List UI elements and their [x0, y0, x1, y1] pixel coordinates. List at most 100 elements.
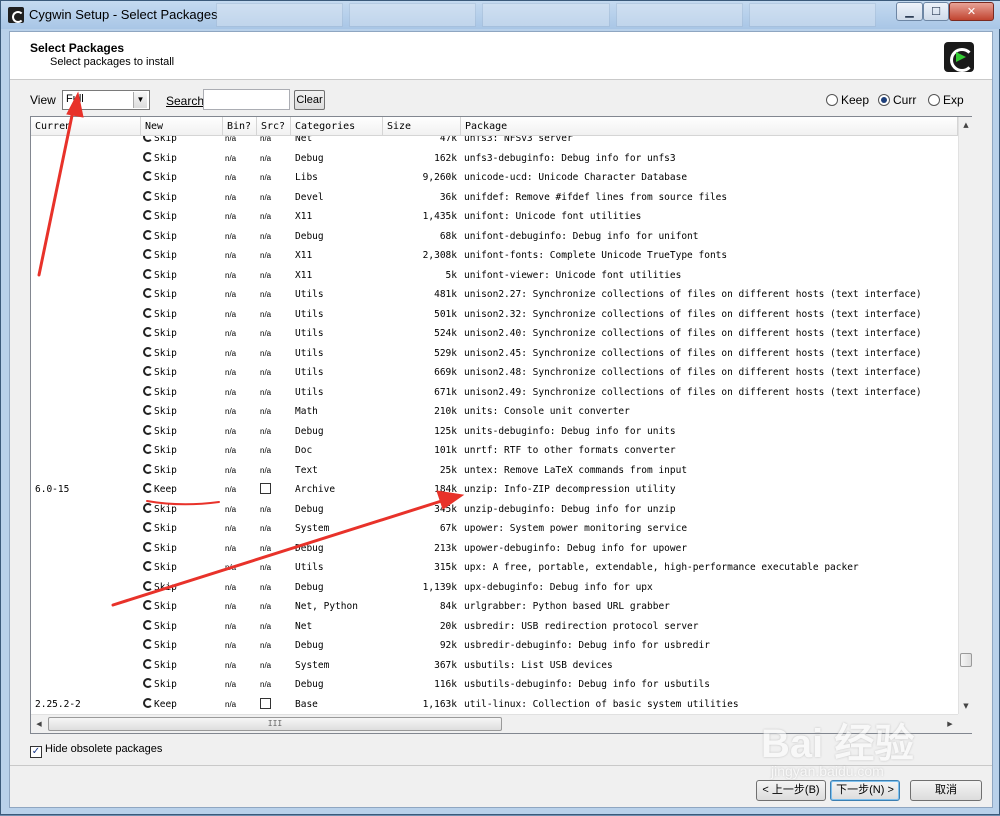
table-row[interactable]: 2.25.2-2 Keep n/a Base 1,163k util-linux: Col…	[31, 695, 958, 715]
cycle-icon[interactable]	[143, 619, 153, 630]
scroll-right-icon[interactable]: ▶	[942, 715, 958, 733]
table-row[interactable]: Skip n/a n/a System 67k upower: System power …	[31, 519, 958, 539]
table-row[interactable]: Skip n/a n/a Utils 481k unison2.27: Synchroni…	[31, 285, 958, 305]
column-header-bin[interactable]: Bin?	[223, 117, 257, 136]
clear-button[interactable]: Clear	[294, 90, 325, 110]
radio-keep[interactable]: Keep	[826, 93, 869, 107]
cycle-icon[interactable]	[143, 327, 153, 337]
new-action-cell[interactable]: Skip	[143, 502, 223, 516]
horizontal-scroll-thumb[interactable]: III	[48, 717, 502, 731]
new-action-cell[interactable]: Skip	[143, 327, 223, 340]
table-row[interactable]: Skip n/a n/a Utils 529k unison2.45: Synchroni…	[31, 344, 958, 364]
cycle-icon[interactable]	[143, 136, 153, 142]
new-action-cell[interactable]: Skip	[143, 190, 223, 204]
new-action-cell[interactable]: Skip	[143, 288, 223, 301]
new-action-cell[interactable]: Skip	[143, 268, 223, 282]
back-button[interactable]: < 上一步(B)	[756, 780, 826, 801]
scroll-up-icon[interactable]: ▲	[959, 117, 973, 133]
table-row[interactable]: Skip n/a n/a X11 2,308k unifont-fonts: Comple…	[31, 246, 958, 266]
cycle-icon[interactable]	[143, 697, 153, 708]
search-input[interactable]	[203, 89, 290, 110]
radio-curr[interactable]: Curr	[878, 93, 916, 107]
cycle-icon[interactable]	[143, 444, 153, 454]
new-action-cell[interactable]: Skip	[143, 444, 223, 457]
new-action-cell[interactable]: Skip	[143, 463, 223, 477]
new-action-cell[interactable]: Skip	[143, 619, 223, 633]
cancel-button[interactable]: 取消	[910, 780, 982, 801]
new-action-cell[interactable]: Skip	[143, 561, 223, 574]
table-row[interactable]: Skip n/a n/a Libs 9,260k unicode-ucd: Unicode…	[31, 168, 958, 188]
new-action-cell[interactable]: Skip	[143, 600, 223, 613]
vertical-scrollbar[interactable]: ▲ ▼	[958, 117, 972, 714]
table-row[interactable]: Skip n/a n/a Debug 162k unfs3-debuginfo: Debu…	[31, 149, 958, 169]
cycle-icon[interactable]	[143, 678, 153, 688]
view-select[interactable]: Full ▼	[62, 90, 150, 110]
cycle-icon[interactable]	[143, 249, 153, 259]
column-header-new[interactable]: New	[141, 117, 223, 136]
table-row[interactable]: Skip n/a n/a Utils 669k unison2.48: Synchroni…	[31, 363, 958, 383]
table-row[interactable]: Skip n/a n/a Utils 524k unison2.40: Synchroni…	[31, 324, 958, 344]
table-row[interactable]: Skip n/a n/a Debug 68k unifont-debuginfo: Deb…	[31, 227, 958, 247]
new-action-cell[interactable]: Skip	[143, 136, 223, 145]
cycle-icon[interactable]	[143, 502, 153, 513]
table-row[interactable]: Skip n/a n/a Utils 501k unison2.32: Synchroni…	[31, 305, 958, 325]
table-row[interactable]: Skip n/a n/a X11 5k unifont-viewer: Unicode f…	[31, 266, 958, 286]
cycle-icon[interactable]	[143, 561, 153, 571]
table-row[interactable]: Skip n/a n/a Math 210k units: Console unit co…	[31, 402, 958, 422]
table-row[interactable]: Skip n/a n/a Debug 213k upower-debuginfo: Deb…	[31, 539, 958, 559]
cycle-icon[interactable]	[143, 366, 153, 376]
vertical-scroll-thumb[interactable]	[960, 653, 972, 667]
close-button[interactable]: ✕	[949, 2, 994, 21]
new-action-cell[interactable]: Skip	[143, 151, 223, 165]
table-row[interactable]: Skip n/a n/a System 367k usbutils: List USB d…	[31, 656, 958, 676]
new-action-cell[interactable]: Skip	[143, 229, 223, 243]
src-checkbox[interactable]	[260, 697, 288, 713]
cycle-icon[interactable]	[143, 541, 153, 552]
table-row[interactable]: Skip n/a n/a Devel 36k unifdef: Remove #ifdef…	[31, 188, 958, 208]
column-header-size[interactable]: Size	[383, 117, 461, 136]
new-action-cell[interactable]: Skip	[143, 639, 223, 652]
minimize-button[interactable]: ▁	[896, 2, 923, 21]
table-row[interactable]: Skip n/a n/a Debug 116k usbutils-debuginfo: D…	[31, 675, 958, 695]
cycle-icon[interactable]	[143, 346, 153, 357]
cycle-icon[interactable]	[143, 483, 153, 493]
new-action-cell[interactable]: Skip	[143, 522, 223, 535]
cycle-icon[interactable]	[143, 385, 153, 396]
horizontal-scrollbar[interactable]: ◀ III ▶	[31, 714, 958, 733]
cycle-icon[interactable]	[143, 639, 153, 649]
radio-curr-icon[interactable]	[878, 94, 890, 106]
cycle-icon[interactable]	[143, 600, 153, 610]
cycle-icon[interactable]	[143, 424, 153, 435]
column-header-package[interactable]: Package	[461, 117, 958, 136]
new-action-cell[interactable]: Skip	[143, 307, 223, 321]
table-row[interactable]: Skip n/a n/a Net 20k usbredir: USB redirectio…	[31, 617, 958, 637]
new-action-cell[interactable]: Skip	[143, 385, 223, 399]
new-action-cell[interactable]: Skip	[143, 658, 223, 672]
checkmark-icon[interactable]: ✓	[30, 746, 42, 758]
table-row[interactable]: Skip n/a n/a Debug 92k usbredir-debuginfo: De…	[31, 636, 958, 656]
new-action-cell[interactable]: Skip	[143, 405, 223, 418]
table-row[interactable]: Skip n/a n/a Net 47k unfs3: NFSv3 server	[31, 136, 958, 149]
maximize-button[interactable]: ☐	[923, 2, 949, 21]
new-action-cell[interactable]: Skip	[143, 580, 223, 594]
new-action-cell[interactable]: Skip	[143, 210, 223, 223]
new-action-cell[interactable]: Skip	[143, 541, 223, 555]
cycle-icon[interactable]	[143, 210, 153, 220]
column-header-current[interactable]: Curren	[31, 117, 141, 136]
cycle-icon[interactable]	[143, 229, 153, 240]
new-action-cell[interactable]: Skip	[143, 366, 223, 379]
table-row[interactable]: 6.0-15 Keep n/a Archive 184k unzip: Info-ZIP …	[31, 480, 958, 500]
cycle-icon[interactable]	[143, 151, 153, 162]
scroll-left-icon[interactable]: ◀	[31, 715, 47, 733]
cycle-icon[interactable]	[143, 658, 153, 669]
table-row[interactable]: Skip n/a n/a Utils 671k unison2.49: Synchroni…	[31, 383, 958, 403]
new-action-cell[interactable]: Keep	[143, 483, 223, 496]
cycle-icon[interactable]	[143, 268, 153, 279]
new-action-cell[interactable]: Skip	[143, 424, 223, 438]
cycle-icon[interactable]	[143, 288, 153, 298]
scroll-down-icon[interactable]: ▼	[959, 698, 973, 714]
table-row[interactable]: Skip n/a n/a Debug 1,139k upx-debuginfo: Debu…	[31, 578, 958, 598]
new-action-cell[interactable]: Keep	[143, 697, 223, 711]
cycle-icon[interactable]	[143, 307, 153, 318]
table-row[interactable]: Skip n/a n/a Net, Python 84k urlgrabber: Pyth…	[31, 597, 958, 617]
